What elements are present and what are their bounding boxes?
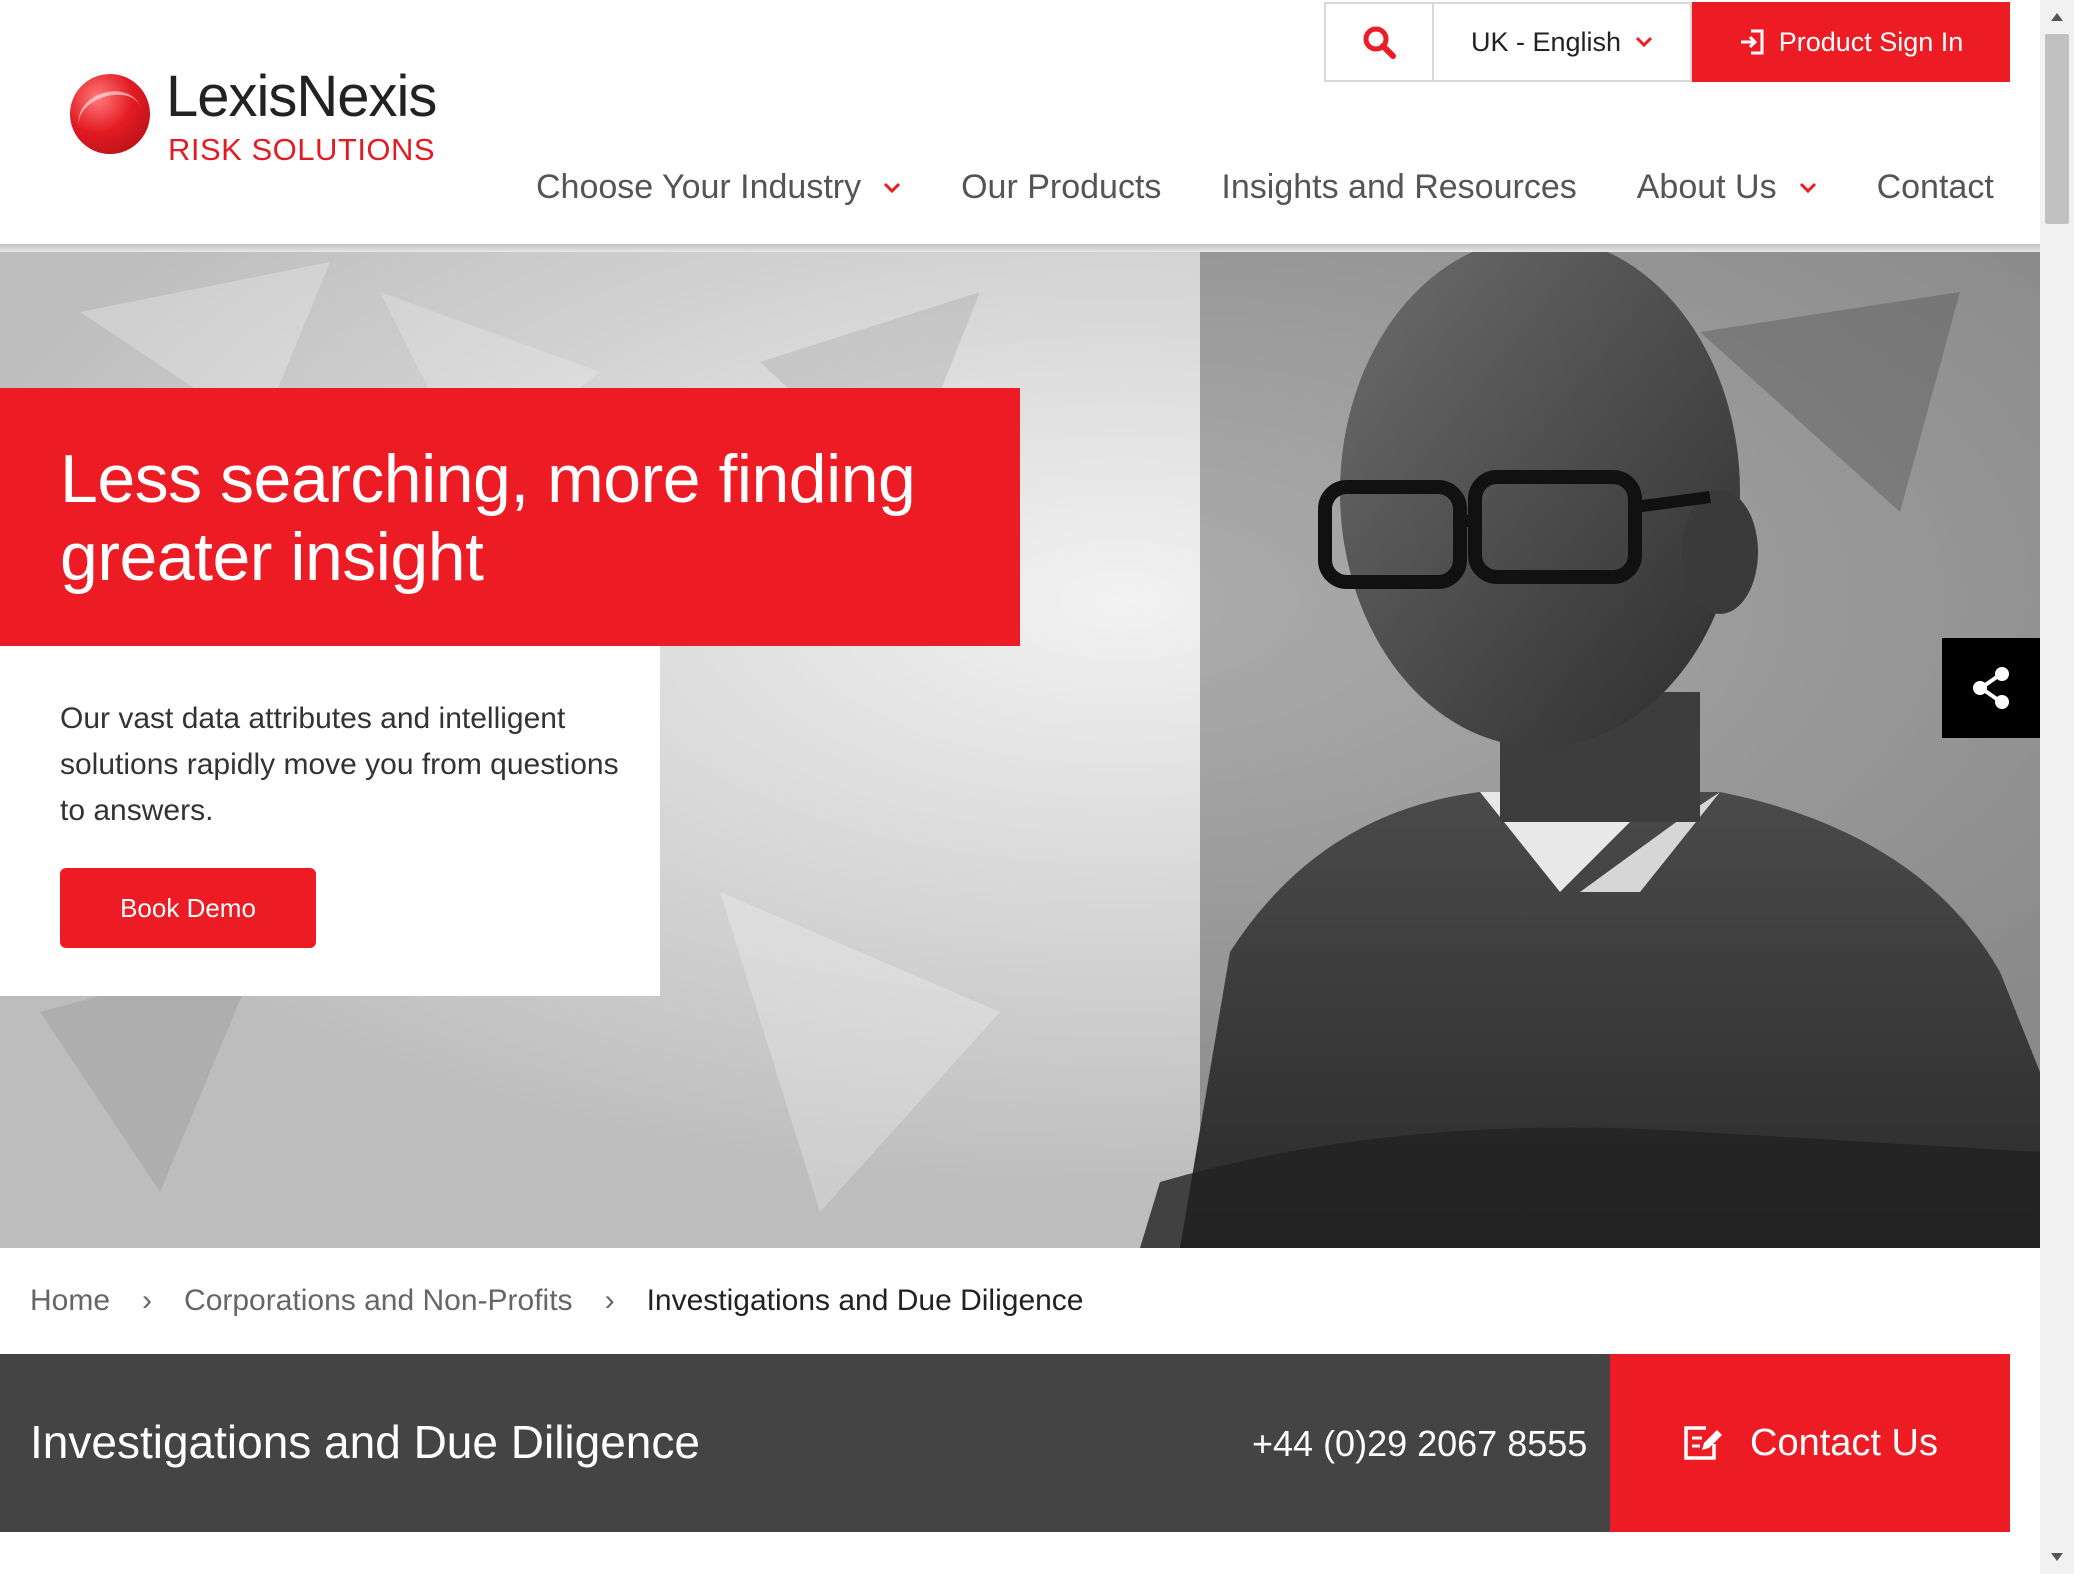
nav-label: Our Products	[961, 168, 1162, 206]
main-nav: Choose Your Industry Our Products Insigh…	[536, 168, 1994, 207]
site-header: LexisNexis RISK SOLUTIONS UK - English P…	[0, 0, 2040, 252]
breadcrumb-home[interactable]: Home	[30, 1284, 110, 1318]
page-title-band: Investigations and Due Diligence +44 (0)…	[0, 1354, 2010, 1532]
share-button[interactable]	[1942, 638, 2040, 738]
breadcrumb-separator-icon: ›	[604, 1284, 615, 1317]
logo-wordmark: LexisNexis	[166, 64, 437, 129]
breadcrumb-corporations[interactable]: Corporations and Non-Profits	[184, 1284, 573, 1318]
chevron-down-icon	[1799, 182, 1816, 193]
nav-item-choose-your-industry[interactable]: Choose Your Industry	[536, 168, 901, 207]
edit-form-icon	[1684, 1426, 1723, 1460]
chevron-down-icon	[1635, 36, 1653, 48]
header-divider	[0, 244, 2040, 252]
hero-banner: Less searching, more finding greater ins…	[0, 252, 2040, 1248]
nav-label: Insights and Resources	[1221, 168, 1577, 206]
phone-number[interactable]: +44 (0)29 2067 8555	[1252, 1420, 1587, 1468]
hero-description: Our vast data attributes and intelligent…	[60, 702, 619, 827]
breadcrumb-separator-icon: ›	[142, 1284, 153, 1317]
language-selector[interactable]: UK - English	[1432, 2, 1692, 82]
nav-label: About Us	[1636, 168, 1777, 206]
page-scrollbar[interactable]	[2040, 0, 2074, 1574]
scroll-up-arrow-icon[interactable]	[2040, 0, 2074, 34]
logo-tagline: RISK SOLUTIONS	[168, 132, 436, 167]
book-demo-button[interactable]: Book Demo	[60, 868, 316, 948]
breadcrumb: Home › Corporations and Non-Profits › In…	[30, 1248, 1084, 1354]
logo-globe-icon	[70, 74, 150, 154]
scrollbar-thumb[interactable]	[2045, 34, 2069, 224]
page-title: Investigations and Due Diligence	[30, 1416, 700, 1468]
language-label: UK - English	[1470, 26, 1622, 57]
utility-bar: UK - English Product Sign In	[1324, 2, 2010, 82]
nav-item-our-products[interactable]: Our Products	[961, 168, 1161, 207]
product-sign-in-button[interactable]: Product Sign In	[1692, 2, 2010, 82]
lexisnexis-logo[interactable]: LexisNexis RISK SOLUTIONS	[70, 62, 490, 172]
scroll-down-arrow-icon[interactable]	[2040, 1540, 2074, 1574]
contact-us-label: Contact Us	[1750, 1421, 1938, 1464]
share-icon	[1973, 667, 2009, 709]
hero-title-line-2: greater insight	[60, 519, 484, 595]
search-icon	[1363, 26, 1396, 59]
hero-title-line-1: Less searching, more finding	[60, 441, 916, 517]
breadcrumb-current: Investigations and Due Diligence	[646, 1284, 1084, 1317]
hero-text-card: Our vast data attributes and intelligent…	[0, 646, 660, 996]
hero-title: Less searching, more finding greater ins…	[60, 440, 1020, 596]
nav-label: Contact	[1876, 168, 1994, 206]
sign-in-label: Product Sign In	[1778, 26, 1964, 57]
nav-label: Choose Your Industry	[536, 168, 862, 206]
search-button[interactable]	[1324, 2, 1432, 82]
contact-us-button[interactable]: Contact Us	[1610, 1354, 2010, 1532]
nav-item-insights-and-resources[interactable]: Insights and Resources	[1221, 168, 1576, 207]
hero-headline-card: Less searching, more finding greater ins…	[0, 388, 1020, 646]
sign-in-icon	[1740, 29, 1764, 55]
nav-item-about-us[interactable]: About Us	[1637, 168, 1817, 207]
nav-item-contact[interactable]: Contact	[1877, 168, 1994, 207]
chevron-down-icon	[884, 182, 901, 193]
